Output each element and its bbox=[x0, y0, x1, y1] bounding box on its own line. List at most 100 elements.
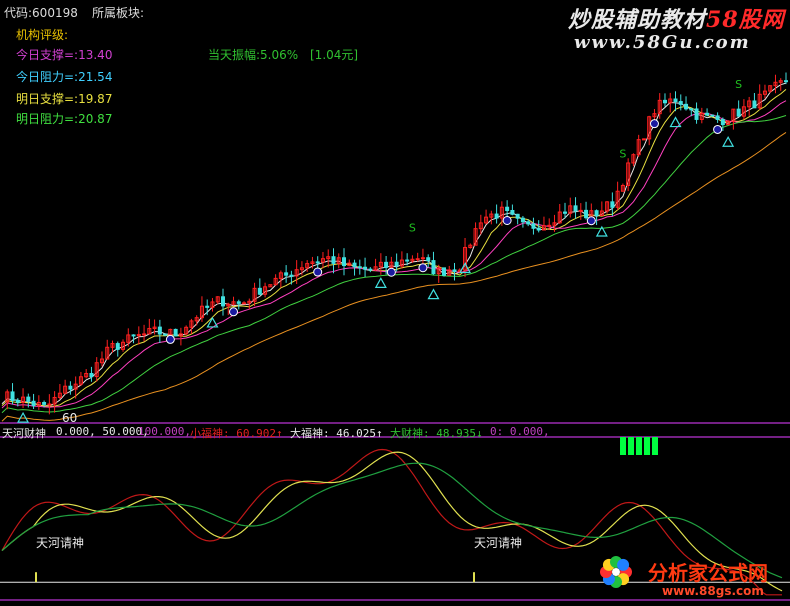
ma-pink-line bbox=[1, 100, 787, 409]
signal-label-1: 天河请神 bbox=[36, 536, 85, 550]
candle-body bbox=[405, 259, 410, 262]
signal-bar bbox=[628, 437, 634, 455]
xiao-fu-shen: 小福神: 60.902↑ bbox=[190, 427, 283, 440]
tomorrow-support: 明日支撑=:19.87 bbox=[16, 92, 113, 106]
signal-label-2: 天河请神 bbox=[474, 536, 523, 550]
candle-body bbox=[352, 262, 357, 268]
da-fu-shen: 大福神: 46.025↑ bbox=[290, 427, 383, 440]
ma-green-line bbox=[1, 115, 787, 414]
candle-body bbox=[431, 260, 436, 275]
buy-triangle-marker bbox=[427, 288, 440, 300]
candle-body bbox=[157, 326, 162, 335]
candle-body bbox=[573, 205, 578, 212]
candle-body bbox=[242, 302, 247, 305]
stock-code: 代码:600198 bbox=[4, 6, 78, 20]
pivot-circle-marker bbox=[649, 119, 659, 129]
pivot-circle-marker bbox=[418, 263, 428, 273]
candle-body bbox=[515, 213, 520, 219]
candle-body bbox=[689, 108, 694, 111]
candle-body bbox=[368, 268, 373, 271]
candle-body bbox=[142, 333, 147, 336]
watermark-top: 炒股辅助教材58股网 bbox=[568, 7, 785, 33]
candle-body bbox=[26, 396, 31, 402]
pivot-circle-marker bbox=[386, 267, 396, 277]
candle-body bbox=[163, 333, 168, 336]
candle-body bbox=[42, 402, 47, 405]
candle-body bbox=[563, 211, 568, 214]
zero-value: 0: 0.000, bbox=[490, 425, 550, 438]
chart-canvas: S S S bbox=[0, 72, 790, 601]
candle-body bbox=[584, 209, 589, 219]
moving-averages bbox=[1, 82, 787, 422]
pivot-circle-marker bbox=[229, 307, 239, 317]
candle-body bbox=[452, 269, 457, 272]
bottom-logo bbox=[600, 556, 632, 588]
candle-body bbox=[531, 223, 536, 229]
candle-body bbox=[662, 99, 667, 104]
signal-markers: S S S bbox=[17, 78, 742, 423]
candle-body bbox=[220, 296, 225, 307]
candle-body bbox=[720, 118, 725, 126]
candle-body bbox=[526, 221, 531, 225]
candle-body bbox=[594, 210, 599, 217]
indicator-name: 天河财神 bbox=[2, 427, 46, 440]
candle-body bbox=[426, 257, 431, 262]
sell-signal-label: S bbox=[409, 221, 416, 234]
ma-orange-line bbox=[1, 131, 787, 422]
candle-body bbox=[136, 334, 141, 337]
watermark-bottom-brand: 分析家公式网 bbox=[648, 561, 768, 585]
candle-body bbox=[705, 112, 710, 116]
amplitude-label: 当天振幅:5.06% bbox=[208, 48, 299, 62]
buy-triangle-marker bbox=[722, 136, 735, 147]
candle-body bbox=[115, 343, 120, 350]
candle-body bbox=[578, 209, 583, 212]
candle-body bbox=[441, 267, 446, 276]
candle-body bbox=[31, 400, 36, 407]
pivot-circle-marker bbox=[586, 216, 596, 226]
candle-body bbox=[784, 80, 788, 83]
amplitude-value: [1.04元] bbox=[310, 48, 359, 62]
candle-body bbox=[363, 266, 368, 270]
candle-body bbox=[205, 305, 210, 308]
logo-center bbox=[612, 568, 620, 576]
candle-body bbox=[415, 258, 420, 261]
candle-body bbox=[384, 261, 389, 268]
candle-body bbox=[10, 391, 15, 401]
candle-body bbox=[420, 257, 425, 260]
sell-signal-label: S bbox=[735, 78, 742, 91]
watermark-bottom-url: www.88gs.com bbox=[662, 584, 764, 598]
candle-body bbox=[678, 101, 683, 105]
candle-body bbox=[173, 328, 178, 337]
candle-body bbox=[47, 403, 52, 406]
pivot-circle-marker bbox=[165, 334, 175, 344]
candle-body bbox=[357, 266, 362, 269]
candle-body bbox=[694, 108, 699, 120]
candle-body bbox=[236, 301, 241, 304]
candle-body bbox=[257, 287, 262, 295]
candle-body bbox=[710, 114, 715, 117]
today-resistance: 今日阻力=:21.54 bbox=[16, 70, 113, 84]
indicator-param-100: 100.000, bbox=[138, 425, 191, 438]
candle-body bbox=[505, 206, 510, 211]
ma-yellow-line bbox=[1, 89, 787, 407]
candle-body bbox=[15, 399, 20, 403]
candle-body bbox=[89, 373, 94, 378]
signal-bar bbox=[652, 437, 658, 455]
candle-body bbox=[684, 103, 689, 110]
indicator-params: 0.000, 50.000, bbox=[56, 425, 149, 438]
tomorrow-resistance: 明日阻力=:20.87 bbox=[16, 112, 113, 126]
candle-body bbox=[68, 385, 73, 390]
signal-bar bbox=[644, 437, 650, 455]
candle-body bbox=[641, 138, 646, 141]
candle-body bbox=[342, 257, 347, 267]
candle-body bbox=[315, 261, 320, 264]
pivot-circle-marker bbox=[313, 267, 323, 277]
sector-label: 所属板块: bbox=[92, 6, 145, 20]
candle-body bbox=[536, 227, 541, 231]
candle-body bbox=[736, 108, 741, 117]
logo-petal bbox=[617, 558, 630, 571]
candle-body bbox=[131, 334, 136, 337]
low-value-label: 60 bbox=[62, 411, 78, 425]
candle-body bbox=[752, 100, 757, 109]
today-support: 今日支撑=:13.40 bbox=[16, 48, 113, 62]
